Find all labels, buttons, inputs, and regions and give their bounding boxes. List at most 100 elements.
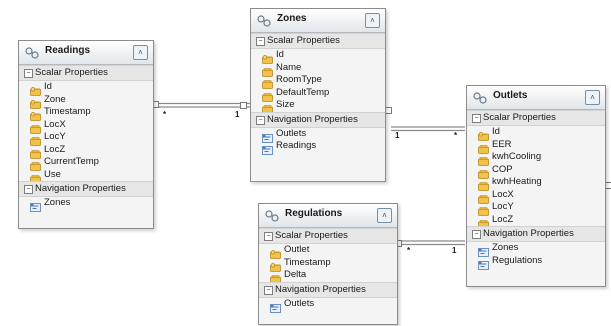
scalar-property[interactable]: kwhHeating bbox=[467, 176, 605, 191]
scalar-property[interactable]: Use bbox=[19, 169, 153, 184]
collapse-chevron-icon[interactable]: ˄ bbox=[585, 90, 600, 105]
key-property-icon bbox=[30, 108, 41, 121]
property-label: Zones bbox=[44, 197, 71, 208]
section-toggle-icon[interactable]: − bbox=[472, 230, 481, 239]
scalar-property[interactable]: Delta bbox=[259, 269, 397, 284]
entity-header[interactable]: Readings ˄ bbox=[19, 41, 153, 65]
entity-title: Regulations bbox=[285, 208, 343, 219]
property-label: Timestamp bbox=[284, 256, 331, 268]
navigation-properties-section[interactable]: − Navigation Properties bbox=[251, 111, 385, 128]
scalar-property[interactable]: Size bbox=[251, 99, 385, 114]
section-toggle-icon[interactable]: − bbox=[264, 285, 273, 295]
navigation-property[interactable]: Zones bbox=[19, 197, 153, 212]
section-toggle-icon[interactable]: − bbox=[24, 185, 33, 194]
scalar-properties-section[interactable]: − Scalar Properties bbox=[259, 228, 397, 244]
section-toggle-icon[interactable]: − bbox=[264, 232, 273, 241]
collapse-chevron-icon[interactable]: ˄ bbox=[133, 45, 148, 60]
entity-header[interactable]: Regulations ˄ bbox=[259, 204, 397, 228]
property-label: LocZ bbox=[44, 143, 66, 155]
navigation-property[interactable]: Readings bbox=[251, 140, 385, 155]
navigation-properties-section[interactable]: − Navigation Properties bbox=[467, 226, 605, 242]
scalar-property[interactable]: Id bbox=[467, 126, 605, 141]
scalar-properties-section[interactable]: − Scalar Properties bbox=[251, 33, 385, 49]
association-readings-zones[interactable] bbox=[158, 102, 250, 108]
scalar-property[interactable]: CurrentTemp bbox=[19, 156, 153, 171]
scalar-property[interactable]: EER bbox=[467, 139, 605, 154]
scalar-property[interactable]: Id bbox=[19, 81, 153, 96]
navigation-property[interactable]: Outlets bbox=[251, 127, 385, 143]
scalar-property[interactable]: LocX bbox=[467, 189, 605, 204]
entity-zones[interactable]: Zones ˄ − Scalar Properties Id Name RoomType De… bbox=[250, 8, 386, 182]
property-label: Outlet bbox=[284, 244, 310, 255]
property-icon bbox=[478, 216, 489, 229]
scalar-properties-section[interactable]: − Scalar Properties bbox=[467, 110, 605, 126]
entity-title: Outlets bbox=[493, 90, 528, 101]
scalar-properties-section[interactable]: − Scalar Properties bbox=[19, 65, 153, 81]
multiplicity-label: * bbox=[454, 131, 458, 140]
entity-header[interactable]: Zones ˄ bbox=[251, 9, 385, 33]
scalar-property[interactable]: LocZ bbox=[19, 143, 153, 159]
entity-readings[interactable]: Readings ˄ − Scalar Properties Id Zone Timesta… bbox=[18, 40, 154, 229]
property-label: Zone bbox=[44, 93, 66, 105]
association-zones-outlets[interactable] bbox=[391, 126, 465, 132]
key-property-icon bbox=[30, 83, 41, 96]
section-label: Scalar Properties bbox=[35, 67, 108, 78]
section-toggle-icon[interactable]: − bbox=[472, 114, 481, 123]
entity-header[interactable]: Outlets ˄ bbox=[467, 86, 605, 110]
property-label: Timestamp bbox=[44, 106, 91, 117]
property-icon bbox=[262, 64, 273, 77]
scalar-property[interactable]: Timestamp bbox=[259, 256, 397, 272]
property-icon bbox=[30, 121, 41, 134]
entity-outlets[interactable]: Outlets ˄ − Scalar Properties Id EER kwhCoolin… bbox=[466, 85, 606, 287]
property-label: Size bbox=[276, 99, 295, 110]
navigation-property[interactable]: Zones bbox=[467, 242, 605, 257]
key-property-icon bbox=[478, 128, 489, 141]
scalar-property[interactable]: kwhCooling bbox=[467, 151, 605, 166]
navigation-property[interactable]: Regulations bbox=[467, 255, 605, 270]
connector-handle[interactable] bbox=[385, 107, 392, 114]
entity-title: Readings bbox=[45, 45, 91, 56]
scalar-property[interactable]: Timestamp bbox=[19, 106, 153, 121]
section-label: Navigation Properties bbox=[35, 183, 126, 194]
entity-regulations[interactable]: Regulations ˄ − Scalar Properties Outlet Time… bbox=[258, 203, 398, 325]
collapse-chevron-icon[interactable]: ˄ bbox=[377, 208, 392, 223]
property-label: COP bbox=[492, 163, 513, 175]
section-toggle-icon[interactable]: − bbox=[24, 69, 33, 78]
section-toggle-icon[interactable]: − bbox=[256, 115, 265, 125]
property-icon bbox=[478, 203, 489, 216]
entity-icon bbox=[473, 91, 487, 104]
property-label: Outlets bbox=[284, 297, 315, 309]
scalar-property[interactable]: LocY bbox=[467, 201, 605, 216]
property-label: Readings bbox=[276, 140, 317, 151]
scalar-property[interactable]: COP bbox=[467, 163, 605, 179]
scalar-property[interactable]: LocX bbox=[19, 119, 153, 134]
property-label: Outlets bbox=[276, 127, 307, 139]
property-label: CurrentTemp bbox=[44, 156, 99, 167]
property-icon bbox=[262, 76, 273, 89]
property-label: Id bbox=[276, 49, 284, 60]
property-label: Name bbox=[276, 61, 302, 73]
section-label: Scalar Properties bbox=[275, 230, 348, 241]
scalar-property[interactable]: Name bbox=[251, 61, 385, 77]
connector-handle[interactable] bbox=[240, 102, 247, 109]
scalar-property[interactable]: Zone bbox=[19, 93, 153, 109]
navigation-properties-section[interactable]: − Navigation Properties bbox=[19, 181, 153, 197]
scalar-property[interactable]: Outlet bbox=[259, 244, 397, 259]
section-toggle-icon[interactable]: − bbox=[256, 37, 265, 46]
association-regulations-outlets[interactable] bbox=[398, 240, 465, 246]
navigation-properties-section[interactable]: − Navigation Properties bbox=[259, 281, 397, 298]
scalar-property[interactable]: LocZ bbox=[467, 214, 605, 229]
scalar-property[interactable]: Id bbox=[251, 49, 385, 64]
scalar-property[interactable]: LocY bbox=[19, 131, 153, 146]
key-property-icon bbox=[270, 246, 281, 259]
collapse-chevron-icon[interactable]: ˄ bbox=[365, 13, 380, 28]
property-icon bbox=[262, 89, 273, 102]
key-property-icon bbox=[270, 259, 281, 272]
property-icon bbox=[30, 133, 41, 146]
navigation-property[interactable]: Outlets bbox=[259, 297, 397, 313]
property-label: kwhHeating bbox=[492, 176, 542, 187]
scalar-property[interactable]: DefaultTemp bbox=[251, 87, 385, 102]
entity-diagram: * 1 1 * * 1 Readings ˄ − Scalar Properties I… bbox=[0, 0, 611, 326]
scalar-property[interactable]: RoomType bbox=[251, 74, 385, 89]
property-label: Zones bbox=[492, 242, 519, 253]
